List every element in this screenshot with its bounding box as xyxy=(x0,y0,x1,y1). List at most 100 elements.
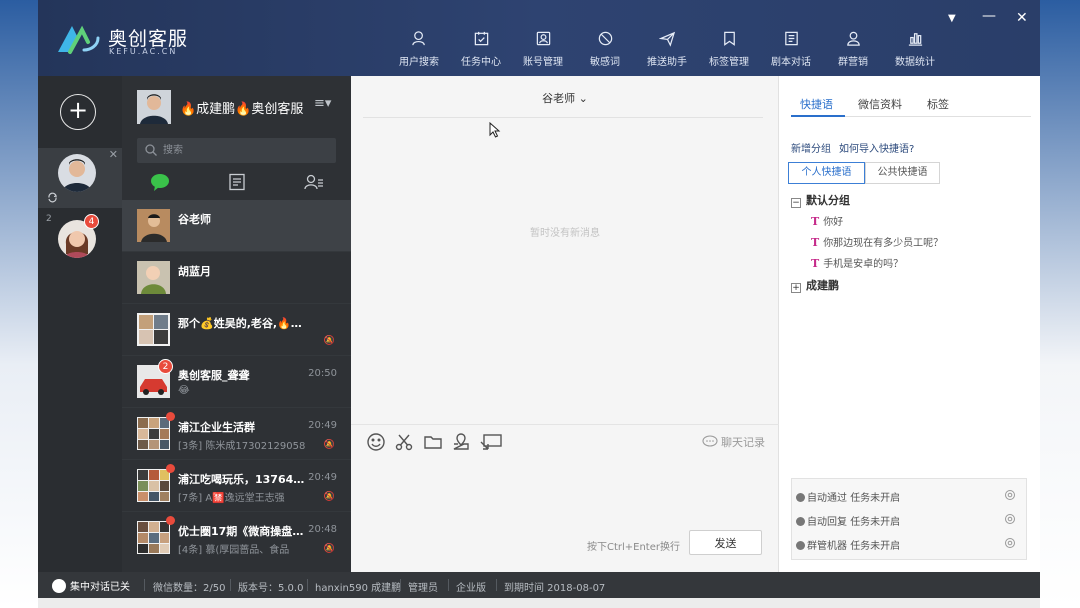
conversation-item[interactable]: 2 奥创客服_聋聋 20:50 😂 xyxy=(122,356,351,408)
location-icon[interactable] xyxy=(451,432,471,452)
nav-user-search[interactable]: 用户搜索 xyxy=(388,30,450,68)
folder-icon[interactable] xyxy=(423,432,443,452)
phrase-group-second[interactable]: + 成建鹏 xyxy=(791,277,839,293)
nav-label: 敏感词 xyxy=(590,57,620,68)
divider xyxy=(230,579,231,591)
divider xyxy=(144,579,145,591)
conversation-item[interactable]: 胡蓝月 xyxy=(122,252,351,304)
tag-manage-icon xyxy=(698,30,760,50)
conversation-item[interactable]: 谷老师 xyxy=(122,200,351,252)
tab-personal-phrases[interactable]: 个人快捷语 xyxy=(788,162,865,184)
mute-icon: 🔕 xyxy=(323,336,335,346)
screen-share-icon[interactable] xyxy=(479,432,503,452)
conversation-item[interactable]: • 优士圈17期《微商操盘手》 20:48 [4条] 慕(厚园蔷品、食品 🔕 xyxy=(122,512,351,564)
tab-wechat-profile[interactable]: 微信资料 xyxy=(858,96,902,112)
nav-label: 剧本对话 xyxy=(771,57,811,68)
nav-label: 账号管理 xyxy=(523,57,563,68)
nav-group-marketing[interactable]: 群营销 xyxy=(822,30,884,68)
conversation-name: 浦江企业生活群 xyxy=(178,421,255,434)
task-center-icon xyxy=(450,30,512,50)
automation-status-box: 自动通过 任务未开启 自动回复 任务未开启 群管机器 任务未开启 xyxy=(791,478,1027,560)
account-item[interactable]: ✕ xyxy=(38,148,122,208)
window-close-button[interactable]: ✕ xyxy=(1016,10,1028,26)
conversation-name: 谷老师 xyxy=(178,213,211,226)
chat-history-icon xyxy=(701,435,718,447)
gear-icon[interactable] xyxy=(1004,489,1016,501)
script-dialog-icon xyxy=(760,30,822,50)
phrase-text: 你好 xyxy=(823,217,844,228)
tab-friends[interactable] xyxy=(303,172,325,192)
nav-task-center[interactable]: 任务中心 xyxy=(450,30,512,68)
divider xyxy=(400,579,401,591)
gear-icon[interactable] xyxy=(1004,537,1016,549)
nav-data-stats[interactable]: 数据统计 xyxy=(884,30,946,68)
phrase-group-default[interactable]: − 默认分组 xyxy=(791,192,850,208)
my-nickname: 🔥成建鹏🔥奥创客服 xyxy=(180,102,304,117)
sync-icon[interactable] xyxy=(47,192,58,203)
conversation-panel: 🔥成建鹏🔥奥创客服 ≡▾ 谷老师 胡蓝月 xyxy=(122,76,351,572)
chat-title[interactable]: 谷老师 ⌄ xyxy=(351,90,779,106)
chat-history-link[interactable]: 聊天记录 xyxy=(701,434,765,450)
focus-mode-toggle[interactable]: 集中对话已关 xyxy=(52,578,130,593)
phrase-item[interactable]: T 你那边现在有多少员工呢？ xyxy=(811,234,943,249)
phrase-item[interactable]: T 你好 xyxy=(811,213,843,228)
account-manage-icon xyxy=(512,30,574,50)
close-account-icon[interactable]: ✕ xyxy=(109,148,118,161)
conversation-item[interactable]: • 浦江吃喝玩乐，13764125 20:49 [7条] A🈲逸远堂王志强 🔕 xyxy=(122,460,351,512)
tab-public-phrases[interactable]: 公共快捷语 xyxy=(865,162,940,184)
window-dropdown-button[interactable]: ▼ xyxy=(948,13,956,24)
phrase-item[interactable]: T 手机是安卓的吗？ xyxy=(811,255,903,270)
user-role: 管理员 xyxy=(408,583,438,594)
automation-label: 自动通过 xyxy=(807,493,847,504)
conversation-preview: [7条] A🈲逸远堂王志强 xyxy=(178,493,285,504)
unread-dot: • xyxy=(166,412,175,421)
phrase-text: 手机是安卓的吗？ xyxy=(823,259,904,270)
unread-dot: • xyxy=(166,516,175,525)
gear-icon[interactable] xyxy=(1004,513,1016,525)
desktop-background-bottom xyxy=(38,598,1040,608)
automation-label: 群管机器 xyxy=(807,541,847,552)
conversation-item[interactable]: • 浦江企业生活群 20:49 [3条] 陈米成17302129058 🔕 xyxy=(122,408,351,460)
user-search-icon xyxy=(388,30,450,50)
nav-script-dialog[interactable]: 剧本对话 xyxy=(760,30,822,68)
app-window: 奥创客服 KEFU.AC.CN 用户搜索 任务中心 账号管理 敏感词 推送助手 xyxy=(38,0,1040,598)
group-marketing-icon xyxy=(822,30,884,50)
divider xyxy=(363,117,763,118)
import-help-link[interactable]: 如何导入快捷语? xyxy=(839,140,914,155)
unread-badge: 4 xyxy=(84,214,99,229)
tab-contacts-book[interactable] xyxy=(226,172,248,192)
conversation-time: 20:49 xyxy=(308,472,337,483)
nav-account-manage[interactable]: 账号管理 xyxy=(512,30,574,68)
menu-icon[interactable]: ≡▾ xyxy=(314,96,331,111)
automation-row: 自动回复 任务未开启 xyxy=(796,513,1024,529)
user-list-icon xyxy=(304,174,323,190)
side-panel: 快捷语 微信资料 标签 新增分组 如何导入快捷语? 个人快捷语 公共快捷语 − 默… xyxy=(779,76,1040,572)
tab-chats[interactable] xyxy=(149,172,171,192)
unread-dot: • xyxy=(166,464,175,473)
divider xyxy=(307,579,308,591)
desktop-background-left xyxy=(0,0,38,608)
edition-text: 企业版 xyxy=(456,583,486,594)
group-avatar xyxy=(137,417,170,450)
message-input[interactable] xyxy=(363,460,767,520)
mute-icon: 🔕 xyxy=(323,492,335,502)
add-group-link[interactable]: 新增分组 xyxy=(791,140,831,155)
add-account-button[interactable]: + xyxy=(60,94,96,130)
nav-sensitive-word[interactable]: 敏感词 xyxy=(574,30,636,68)
window-minimize-button[interactable]: — xyxy=(982,8,996,24)
conversation-item[interactable]: 那个💰姓吴的,老谷,🔥成建鹏 🔕 xyxy=(122,304,351,356)
scissors-icon[interactable] xyxy=(394,432,414,452)
tab-tags[interactable]: 标签 xyxy=(927,96,949,112)
send-button[interactable]: 发送 xyxy=(689,530,762,555)
tab-quick-phrases[interactable]: 快捷语 xyxy=(800,96,833,112)
toggle-knob xyxy=(52,579,66,593)
account-item[interactable]: 2 4 xyxy=(38,212,122,272)
phrase-group-label: 默认分组 xyxy=(806,194,850,207)
conversation-name: 浦江吃喝玩乐，13764125 xyxy=(178,473,310,486)
chat-history-label: 聊天记录 xyxy=(721,436,765,449)
nav-push-assistant[interactable]: 推送助手 xyxy=(636,30,698,68)
nav-tag-manage[interactable]: 标签管理 xyxy=(698,30,760,68)
search-input[interactable] xyxy=(163,142,328,159)
emoji-icon[interactable] xyxy=(366,432,386,452)
avatar xyxy=(137,209,170,242)
